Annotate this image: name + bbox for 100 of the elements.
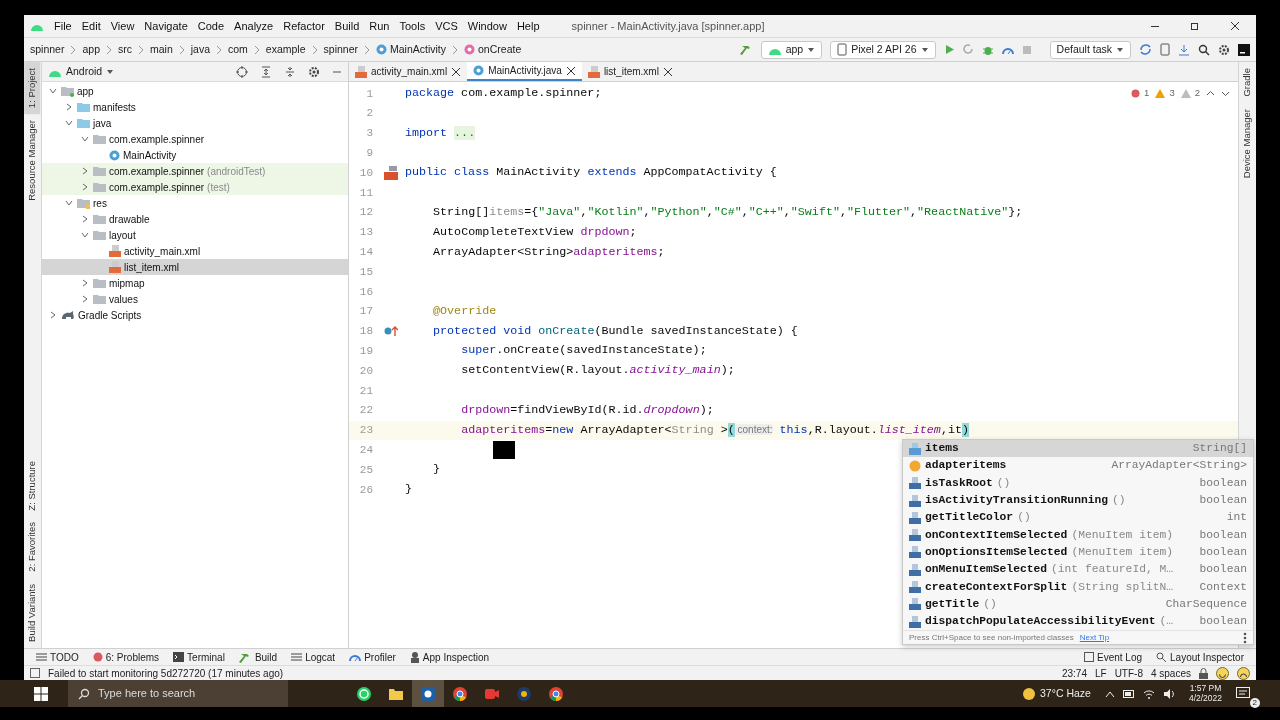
chevron-icon[interactable]	[48, 310, 58, 320]
breadcrumb-item[interactable]: spinner	[323, 41, 358, 58]
completion-item[interactable]: adapteritems ArrayAdapter<String>	[903, 457, 1253, 475]
device-icon[interactable]	[1160, 43, 1170, 56]
tree-item[interactable]: res	[42, 195, 348, 211]
task-dropdown[interactable]: Default task	[1049, 40, 1131, 59]
clock-time[interactable]: 1:57 PM	[1189, 684, 1222, 694]
menu-item[interactable]: Navigate	[144, 17, 188, 35]
locate-icon[interactable]	[236, 65, 248, 78]
tool-tab[interactable]: Layout Inspector	[1170, 649, 1244, 665]
completion-item[interactable]: getTitle () CharSequence	[903, 595, 1253, 613]
completion-item[interactable]: isActivityTransitionRunning () boolean	[903, 491, 1253, 510]
tool-tab[interactable]: Event Log	[1097, 649, 1143, 665]
breadcrumb-item[interactable]: com	[228, 41, 248, 58]
settings-icon[interactable]	[308, 65, 320, 78]
breadcrumb-item[interactable]: app	[82, 41, 100, 58]
close-icon[interactable]	[451, 66, 462, 77]
menu-item[interactable]: Code	[197, 17, 225, 35]
tree-item[interactable]: app	[42, 83, 348, 99]
search-field[interactable]: Type here to search	[68, 680, 288, 707]
battery-icon[interactable]	[1122, 689, 1135, 698]
search-icon[interactable]	[1198, 43, 1210, 56]
settings-icon[interactable]	[1218, 43, 1230, 56]
menu-item[interactable]: Analyze	[234, 17, 274, 35]
completion-item[interactable]: onOptionsItemSelected (MenuItem item) boolean	[903, 543, 1253, 562]
completion-item[interactable]: getTitleColor () int	[903, 509, 1253, 527]
taskbar-app[interactable]	[412, 680, 444, 707]
tool-tab[interactable]: TODO	[50, 649, 79, 665]
expand-all-icon[interactable]	[260, 65, 272, 78]
module-dropdown[interactable]: app	[760, 40, 823, 59]
menu-item[interactable]: VCS	[435, 17, 458, 35]
editor-tab[interactable]: list_item.xml	[581, 62, 679, 81]
tool-window-tab[interactable]: Device Manager	[1239, 102, 1256, 184]
lock-icon[interactable]	[1199, 667, 1208, 679]
close-icon[interactable]	[1230, 21, 1240, 31]
completion-item[interactable]: onMenuItemSelected (int featureId, M… boolean	[903, 561, 1253, 579]
tree-item[interactable]: java	[42, 115, 348, 131]
clock-date[interactable]: 4/2/2022	[1188, 693, 1222, 703]
close-icon[interactable]	[565, 65, 576, 76]
hammer-icon[interactable]	[739, 43, 753, 56]
menu-item[interactable]: Edit	[81, 17, 101, 35]
menu-item[interactable]: File	[54, 17, 72, 35]
breadcrumb-item[interactable]: main	[150, 41, 173, 58]
breadcrumb-item[interactable]: MainActivity	[390, 41, 447, 58]
completion-item[interactable]: onContextItemSelected (MenuItem item) boolean	[903, 526, 1253, 544]
tool-tab[interactable]: App Inspection	[422, 649, 489, 665]
menu-item[interactable]: Tools	[399, 17, 426, 35]
menu-item[interactable]: Help	[516, 17, 540, 35]
tool-window-tab[interactable]: Resource Manager	[24, 114, 41, 207]
breadcrumb-item[interactable]: java	[190, 41, 210, 58]
tree-item[interactable]: com.example.spinner (test)	[42, 179, 348, 195]
tree-item[interactable]: list_item.xml	[42, 259, 348, 275]
status-item[interactable]: 23:74	[1061, 665, 1087, 681]
menu-item[interactable]: Build	[334, 17, 360, 35]
menu-item[interactable]: Refactor	[283, 17, 325, 35]
status-item[interactable]: 4 spaces	[1150, 665, 1191, 681]
ide-icon[interactable]	[1238, 43, 1250, 56]
tree-item[interactable]: drawable	[42, 211, 348, 227]
status-item[interactable]: LF	[1094, 665, 1107, 681]
collapse-all-icon[interactable]	[284, 65, 296, 78]
tree-item[interactable]: layout	[42, 227, 348, 243]
wifi-icon[interactable]	[1142, 688, 1155, 699]
tree-item[interactable]: com.example.spinner (androidTest)	[42, 163, 348, 179]
tree-item[interactable]: values	[42, 291, 348, 307]
tool-window-tab[interactable]: Build Variants	[24, 578, 41, 648]
tool-tab[interactable]: Logcat	[305, 649, 336, 665]
editor-tab[interactable]: MainActivity.java	[467, 62, 582, 81]
breadcrumb-item[interactable]: src	[118, 41, 132, 58]
restore-icon[interactable]	[1190, 21, 1200, 31]
menu-item[interactable]: Window	[467, 17, 507, 35]
activity-marker-icon[interactable]	[383, 166, 399, 181]
editor-tab[interactable]: activity_main.xml	[349, 62, 468, 81]
inspection-count[interactable]: 1	[1144, 86, 1150, 101]
status-item[interactable]: UTF-8	[1114, 665, 1143, 681]
menu-item[interactable]: View	[110, 17, 135, 35]
more-icon[interactable]	[1243, 631, 1247, 644]
tool-tab[interactable]: 6: Problems	[105, 649, 160, 665]
tool-window-tab[interactable]: 2: Favorites	[24, 516, 41, 579]
smiley-icon[interactable]	[1216, 666, 1229, 680]
view-selector[interactable]: Android	[66, 63, 103, 80]
inspection-count[interactable]: 2	[1194, 86, 1200, 101]
close-icon[interactable]	[662, 66, 673, 77]
completion-item[interactable]: isTaskRoot () boolean	[903, 474, 1253, 492]
tool-window-tab[interactable]: 1: Project	[24, 62, 41, 115]
tree-item[interactable]: mipmap	[42, 275, 348, 291]
tool-tab[interactable]: Profiler	[364, 649, 396, 665]
device-dropdown[interactable]: Pixel 2 API 26	[830, 40, 936, 59]
chevron-up-icon[interactable]	[1104, 689, 1115, 698]
windows-logo-icon[interactable]	[34, 686, 48, 701]
inspection-count[interactable]: 3	[1169, 86, 1175, 101]
tool-tab[interactable]: Build	[254, 649, 278, 665]
completion-item[interactable]: dispatchPopulateAccessibilityEvent (… boolean	[903, 612, 1253, 631]
breadcrumb-item[interactable]: onCreate	[478, 41, 522, 58]
sad-face-icon[interactable]	[1237, 666, 1250, 680]
sync-icon[interactable]	[1139, 43, 1152, 56]
tree-item[interactable]: activity_main.xml	[42, 243, 348, 259]
tree-item[interactable]: manifests	[42, 99, 348, 115]
tool-tab[interactable]: Terminal	[187, 649, 225, 665]
volume-icon[interactable]	[1162, 688, 1175, 699]
breadcrumb-item[interactable]: spinner	[30, 41, 65, 58]
